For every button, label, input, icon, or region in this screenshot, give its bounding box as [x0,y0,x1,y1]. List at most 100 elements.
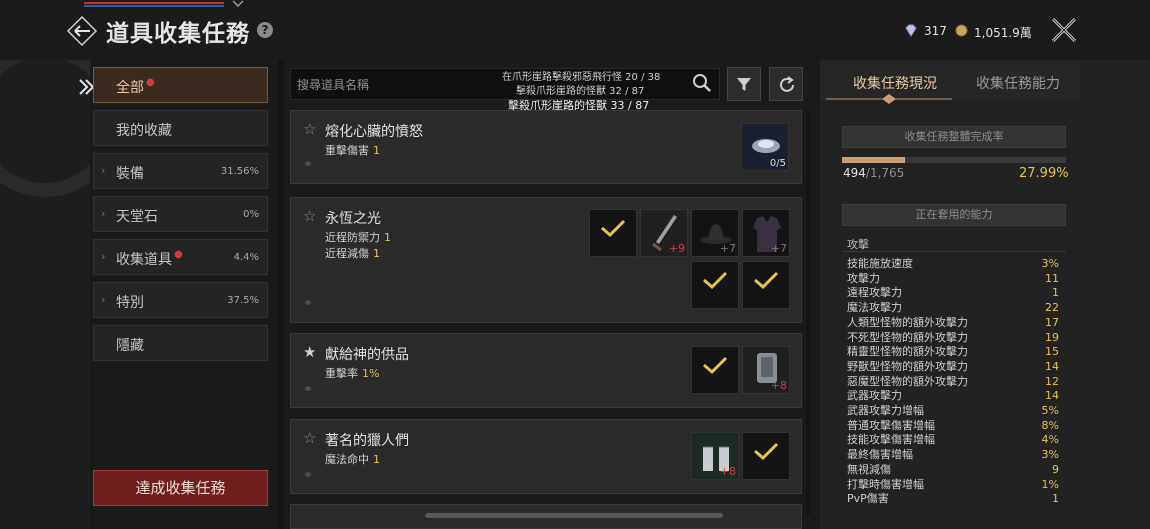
ability-value: 22 [1045,301,1059,315]
ability-list: 技能施放速度 3% 攻擊力 11 遠程攻擊力 1 魔法攻擊力 22 人類型怪物的額外攻擊力 17 不… [820,256,1080,505]
item-slot-completed[interactable] [742,432,790,480]
ability-value: 12 [1045,374,1059,388]
ability-value: 8% [1041,418,1059,432]
quest-card[interactable]: ☆ 熔化心臟的憤怒 重擊傷害 1 ⚭ 0/5 [290,110,802,184]
checkmark-icon [703,356,728,375]
quest-title: 著名的獵人們 [325,433,409,449]
new-dot: ● [146,77,155,88]
category-special[interactable]: › 特別 37.5% [93,282,268,318]
background-ornament [0,60,90,529]
page-title: 道具收集任務 [106,21,250,47]
ability-name: 最終傷害增幅 [847,448,913,462]
quest-title: 永恆之光 [325,211,381,227]
ability-row: 野獸型怪物的額外攻擊力 14 [847,360,1059,375]
coin-count: 1,051.9萬 [974,26,1032,40]
ability-value: 3% [1041,448,1059,462]
quest-notification: 在爪形崖路擊殺邪惡飛行怪 20 / 38 [502,72,661,83]
coin-icon [955,24,968,37]
quest-stat: 近程防禦力 1 [325,231,391,244]
help-icon[interactable]: ? [257,22,273,38]
horizontal-scrollbar[interactable] [425,513,723,518]
ability-name: 人類型怪物的額外攻擊力 [847,315,968,329]
quest-title: 熔化心臟的憤怒 [325,124,423,140]
link-icon[interactable]: ⚭ [303,468,313,482]
ability-value: 5% [1041,404,1059,417]
favorite-star-icon[interactable]: ☆ [303,122,316,137]
tab-abilities[interactable]: 收集任務能力 [976,73,1060,93]
ability-name: 技能攻擊傷害增幅 [847,433,935,447]
back-arrow-icon[interactable] [66,15,98,47]
category-collectibles[interactable]: › 收集道具 ● 4.4% [93,239,268,275]
item-slot[interactable]: +8 [742,346,790,394]
category-favorites[interactable]: 我的收藏 [93,110,268,146]
refresh-icon [780,76,794,92]
progress-count: 494/1,765 [843,166,905,180]
active-tab-underline [826,94,952,104]
ability-value: 15 [1045,345,1059,359]
item-slot[interactable]: +9 [640,209,688,257]
diamond-icon [905,24,917,37]
ability-value: 14 [1045,389,1059,403]
close-icon[interactable] [1050,16,1078,44]
link-icon[interactable]: ⚭ [303,157,313,171]
quest-card[interactable]: ☆ 永恆之光 近程防禦力 1 近程減傷 1 ⚭ +9 +7 +7 [290,197,802,323]
search-icon[interactable] [692,73,712,93]
divider [278,60,284,529]
link-icon[interactable]: ⚭ [303,382,313,396]
progress-fill [842,157,905,163]
ability-value: 11 [1045,271,1059,285]
ability-row: 遠程攻擊力 1 [847,286,1059,301]
chevron-right-icon: › [101,207,106,220]
ability-value: 1 [1052,286,1059,300]
ability-row: 技能攻擊傷害增幅 4% [847,433,1059,448]
refresh-button[interactable] [769,67,803,101]
checkmark-icon [754,442,779,461]
item-slot[interactable]: +7 [691,209,739,257]
chevron-right-icon: › [101,250,106,263]
quest-card[interactable]: ☆ 著名的獵人們 魔法命中 1 ⚭ +8 [290,419,802,494]
ability-row: 精靈型怪物的額外攻擊力 15 [847,345,1059,360]
ability-row: 魔法攻擊力 22 [847,301,1059,316]
quest-stat: 近程減傷 1 [325,247,380,260]
category-equipment[interactable]: › 裝備 31.56% [93,153,268,189]
ability-name: 技能施放速度 [847,257,913,270]
item-slot-completed[interactable] [742,261,790,309]
favorite-star-icon[interactable]: ☆ [303,431,316,446]
quest-card[interactable]: ★ 獻給神的供品 重擊率 1% ⚭ +8 [290,333,802,408]
category-hidden[interactable]: 隱藏 [93,325,268,361]
filter-button[interactable] [727,67,761,101]
ability-name: 普通攻擊傷害增幅 [847,418,935,432]
category-all[interactable]: 全部 ● [93,67,268,103]
quest-title: 獻給神的供品 [325,347,409,363]
ability-row: PvP傷害 1 [847,492,1059,505]
category-heavenstone[interactable]: › 天堂石 0% [93,196,268,232]
ability-row: 技能施放速度 3% [847,257,1059,272]
progress-percent: 27.99% [1019,166,1069,181]
ability-row: 人類型怪物的額外攻擊力 17 [847,316,1059,331]
item-slot-completed[interactable] [589,209,637,257]
ability-value: 14 [1045,359,1059,373]
top-stripe [84,2,224,7]
item-slot-completed[interactable] [691,346,739,394]
ability-name: 攻擊力 [847,271,880,285]
item-slot[interactable]: 0/5 [741,123,789,171]
item-slot[interactable]: +8 [691,432,739,480]
item-slot-completed[interactable] [691,261,739,309]
ability-row: 無視減傷 9 [847,463,1059,478]
ability-value: 1% [1041,477,1059,491]
chevron-down-icon[interactable] [232,0,244,8]
ability-name: 惡魔型怪物的額外攻擊力 [847,374,968,388]
applied-abilities-title: 正在套用的能力 [842,204,1066,226]
quest-stat: 魔法命中 1 [325,453,380,466]
favorite-star-filled-icon[interactable]: ★ [303,345,316,360]
quest-notification: 擊殺爪形崖路的怪獸 32 / 87 [516,86,645,97]
link-icon[interactable]: ⚭ [303,296,313,310]
ability-row: 武器攻擊力 14 [847,389,1059,404]
tab-status[interactable]: 收集任務現況 [853,73,937,93]
ability-row: 普通攻擊傷害增幅 8% [847,419,1059,434]
achieve-collection-button[interactable]: 達成收集任務 [93,470,268,506]
item-slot[interactable]: +7 [742,209,790,257]
ability-row: 打擊時傷害增幅 1% [847,478,1059,493]
favorite-star-icon[interactable]: ☆ [303,209,316,224]
ability-name: 武器攻擊力 [847,389,902,403]
